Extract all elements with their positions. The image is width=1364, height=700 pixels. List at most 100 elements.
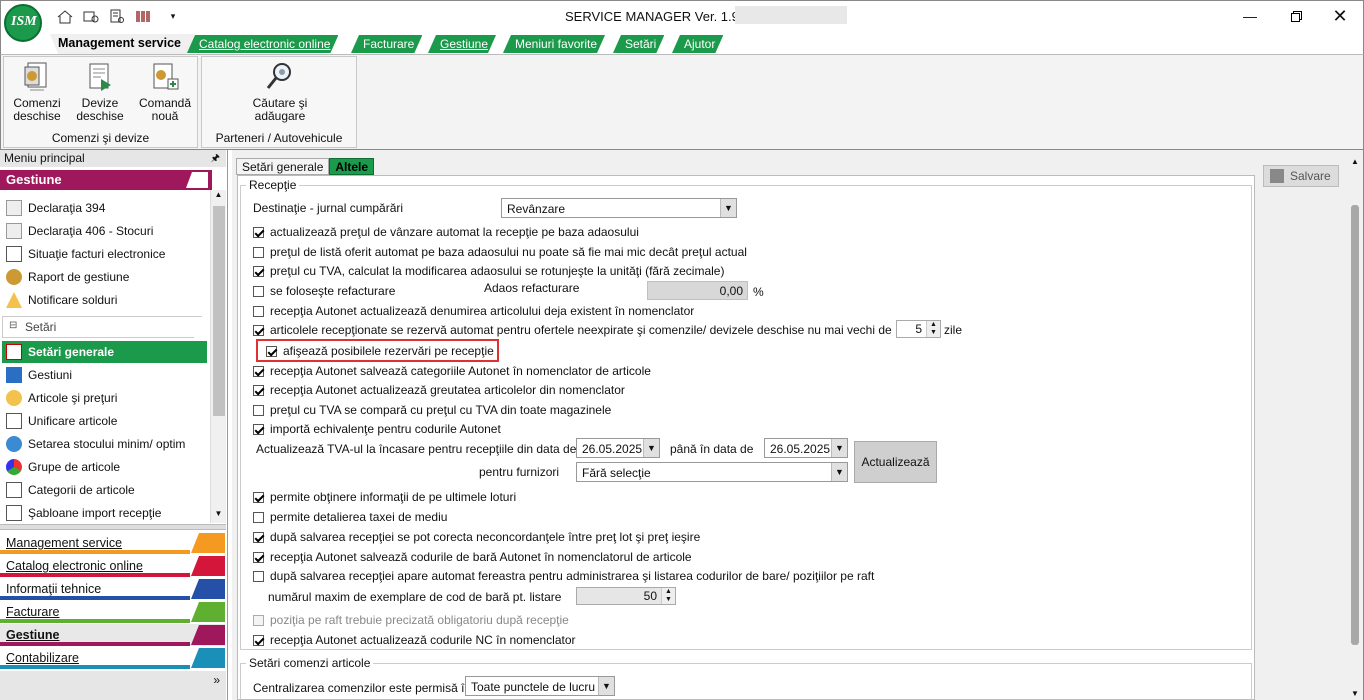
scroll-down-icon[interactable]: ▼ [1348,689,1362,698]
actualizeaza-button[interactable]: Actualizează [854,441,937,483]
checkbox[interactable] [253,423,264,435]
cb-greutate[interactable]: recepţia Autonet actualizează greutatea … [253,383,625,397]
quick-access-dropdown-icon[interactable]: ▾ [164,8,182,24]
date-from-picker[interactable]: 26.05.2025 ▼ [576,438,660,458]
main-scrollbar[interactable]: ▲ ▼ [1348,155,1362,700]
search-car-icon[interactable] [82,8,100,24]
expand-icon[interactable]: » [213,673,220,687]
comanda-noua-button[interactable]: Comandă nouă [134,61,196,123]
nav-facturare[interactable]: Facturare [0,601,225,623]
minimize-icon[interactable]: — [1233,4,1267,28]
checkbox[interactable] [253,384,264,396]
list-item-grupe-articole[interactable]: Grupe de articole [2,456,207,478]
tab-ajutor[interactable]: Ajutor [672,35,723,53]
nav-contabilizare[interactable]: Contabilizare [0,647,225,669]
checkbox[interactable] [253,511,264,523]
comenzi-deschise-button[interactable]: Comenzi deschise [10,61,64,123]
subsection-setari[interactable]: ⊟ Setări [2,316,202,338]
section-gestiune-header[interactable]: Gestiune [0,170,212,190]
checkbox[interactable] [253,634,264,646]
cb-ultimele-loturi[interactable]: permite obţinere informaţii de pe ultime… [253,490,516,504]
adaos-field[interactable]: 0,00 [647,281,748,300]
scroll-up-icon[interactable]: ▲ [1348,157,1362,166]
dest-select[interactable]: Revânzare ▼ [501,198,737,218]
checkbox[interactable] [253,551,264,563]
centralizare-select[interactable]: Toate punctele de lucru ▼ [465,676,615,696]
nav-overflow[interactable]: » [0,671,226,700]
date-to-picker[interactable]: 26.05.2025 ▼ [764,438,848,458]
checkbox[interactable] [253,285,264,297]
list-item-categorii-articole[interactable]: Categorii de articole [2,479,207,501]
cb-pret-lista[interactable]: preţul de listă oferit automat pe baza a… [253,245,747,259]
max-stepper[interactable]: 50 ▲ ▼ [576,587,676,605]
list-item-stoc-minim[interactable]: Setarea stocului minim/ optim [2,433,207,455]
left-scrollbar[interactable]: ▲ ▼ [210,190,226,523]
scroll-up-icon[interactable]: ▲ [212,190,225,204]
checkbox[interactable] [253,305,264,317]
checkbox[interactable] [253,570,264,582]
cb-afiseaza-rezervari[interactable]: afişează posibilele rezervări pe recepţi… [266,344,494,358]
barcode-icon[interactable] [134,8,152,24]
list-item-situatie-facturi[interactable]: Situaţie facturi electronice [2,243,207,265]
cb-coduri-nc[interactable]: recepţia Autonet actualizează codurile N… [253,633,576,647]
list-item-unificare-articole[interactable]: Unificare articole [2,410,207,432]
nav-catalog-electronic[interactable]: Catalog electronic online [0,555,225,577]
cb-neconcordante[interactable]: după salvarea recepţiei se pot corecta n… [253,530,700,544]
stepper-arrows-icon[interactable]: ▲ ▼ [661,588,675,604]
scroll-thumb[interactable] [1351,205,1359,645]
list-item-sabloane-import[interactable]: Şabloane import recepţie [2,502,207,524]
checkbox[interactable] [253,246,264,258]
tab-meniuri-favorite[interactable]: Meniuri favorite [503,35,605,53]
cb-rotunjire[interactable]: preţul cu TVA, calculat la modificarea a… [253,264,724,278]
list-item-declaratia-394[interactable]: Declaraţia 394 [2,197,207,219]
cb-categorii-autonet[interactable]: recepţia Autonet salvează categoriile Au… [253,364,651,378]
tab-catalog-electronic[interactable]: Catalog electronic online [187,35,338,53]
maximize-icon[interactable] [1279,4,1313,28]
scroll-thumb[interactable] [213,206,225,416]
pin-icon[interactable]: 🖈 [211,151,220,168]
list-item-notificare-solduri[interactable]: Notificare solduri [2,289,207,311]
tab-altele[interactable]: Altele [329,158,375,175]
cb-refacturare[interactable]: se foloseşte refacturare [253,284,395,298]
checkbox[interactable] [253,265,264,277]
cautare-adaugare-button[interactable]: Căutare şi adăugare [242,61,318,123]
cb-rezervare-automata[interactable]: articolele recepţionate se rezervă autom… [253,323,892,337]
cb-echivalente[interactable]: importă echivalenţe pentru codurile Auto… [253,422,501,436]
checkbox[interactable] [253,531,264,543]
checkbox[interactable] [253,226,264,238]
cb-denumire[interactable]: recepţia Autonet actualizează denumirea … [253,304,694,318]
splitter[interactable] [0,524,226,530]
checkbox[interactable] [266,345,277,357]
stepper-arrows-icon[interactable]: ▲ ▼ [926,321,940,337]
checkbox[interactable] [253,491,264,503]
days-stepper[interactable]: 5 ▲ ▼ [896,320,941,338]
checkbox[interactable] [253,324,264,336]
close-icon[interactable]: ✕ [1323,4,1357,28]
tab-gestiune[interactable]: Gestiune [428,35,496,53]
save-button[interactable]: Salvare [1263,165,1339,187]
furnizori-select[interactable]: Fără selecţie ▼ [576,462,848,482]
list-item-raport-gestiune[interactable]: Raport de gestiune [2,266,207,288]
nav-gestiune[interactable]: Gestiune [0,624,225,646]
scroll-down-icon[interactable]: ▼ [212,509,225,523]
list-item-setari-generale[interactable]: Setări generale [2,341,207,363]
cb-fereastra-coduri[interactable]: după salvarea recepţiei apare automat fe… [253,569,874,583]
tab-management-service[interactable]: Management service [50,34,195,54]
cb-actualizeaza-pret[interactable]: actualizează preţul de vânzare automat l… [253,225,639,239]
document-search-icon[interactable] [108,8,126,24]
list-item-declaratia-406[interactable]: Declaraţia 406 - Stocuri [2,220,207,242]
tab-setari[interactable]: Setări [613,35,664,53]
checkbox[interactable] [253,365,264,377]
cb-compara-pret[interactable]: preţul cu TVA se compară cu preţul cu TV… [253,403,611,417]
tab-setari-generale[interactable]: Setări generale [236,158,330,175]
home-icon[interactable] [56,8,74,24]
list-item-gestiuni[interactable]: Gestiuni [2,364,207,386]
cb-taxa-mediu[interactable]: permite detalierea taxei de mediu [253,510,447,524]
nav-informatii-tehnice[interactable]: Informaţii tehnice [0,578,225,600]
nav-management-service[interactable]: Management service [0,532,225,554]
checkbox[interactable] [253,404,264,416]
devize-deschise-button[interactable]: Devize deschise [72,61,128,123]
tab-facturare[interactable]: Facturare [351,35,422,53]
list-item-articole-preturi[interactable]: Articole şi preţuri [2,387,207,409]
cb-coduri-bara[interactable]: recepţia Autonet salvează codurile de ba… [253,550,692,564]
